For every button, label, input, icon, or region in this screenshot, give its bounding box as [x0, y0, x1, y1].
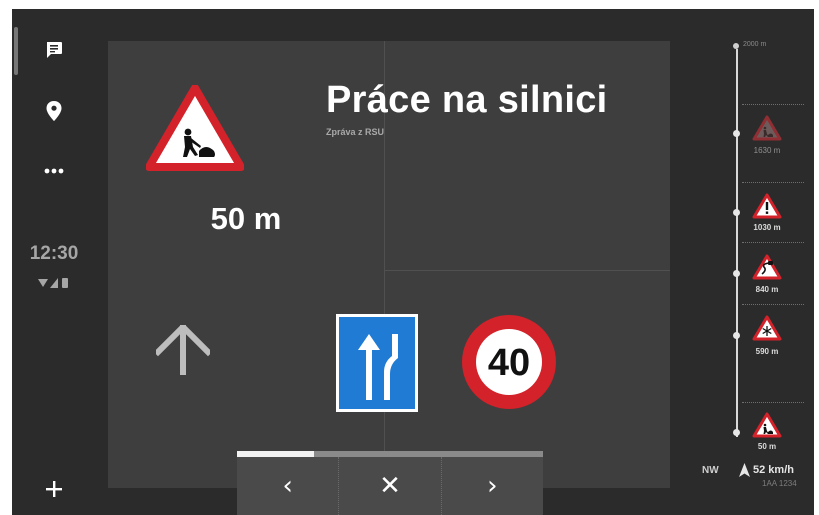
timeline-distance: 50 m: [757, 442, 777, 451]
compass-heading: NW: [702, 465, 719, 476]
timeline-marker: [733, 429, 740, 436]
navigation-arrow-icon: [739, 463, 750, 477]
speed-limit-sign: 40: [462, 315, 556, 409]
side-rail: 12:30: [12, 9, 96, 515]
timeline-distance: 1030 m: [753, 223, 781, 232]
speed-limit-value: 40: [488, 342, 530, 384]
timeline-distance: 1630 m: [753, 146, 781, 155]
timeline-separator: [742, 242, 804, 243]
vehicle-plate: 1AA 1234: [762, 479, 797, 488]
general-warning-sign: [752, 193, 782, 219]
alert-distance: 50 m: [210, 201, 282, 236]
close-button[interactable]: ✕: [338, 457, 440, 515]
slippery-road-sign: [752, 254, 782, 280]
timeline-distance: 590 m: [755, 347, 779, 356]
active-indicator: [14, 27, 18, 75]
timeline-top-marker: [733, 43, 739, 49]
previous-button[interactable]: ‹: [237, 457, 338, 515]
plus-icon: [46, 481, 62, 497]
road-works-sign: [752, 412, 782, 438]
timeline-separator: [742, 304, 804, 305]
add-button[interactable]: [34, 471, 74, 507]
heading-indicator: NW 52 km/h: [702, 463, 814, 479]
ice-snow-sign: [752, 315, 782, 341]
timeline-separator: [742, 182, 804, 183]
messages-icon: [47, 42, 62, 58]
timeline-marker: [733, 270, 740, 277]
timeline-marker: [733, 209, 740, 216]
signal-status-icons: [38, 278, 68, 288]
car-display: 12:30 50 m Práce na silnici Zpráva z RSU…: [12, 9, 814, 515]
hazard-timeline: 2000 m 1630 m 1030 m 840 m 590 m 50 m NW…: [702, 9, 814, 515]
road-works-sign: [146, 85, 244, 171]
more-button[interactable]: [34, 153, 74, 189]
timeline-separator: [742, 104, 804, 105]
timeline-line: [736, 49, 738, 437]
current-speed: 52 km/h: [753, 464, 794, 476]
location-pin-icon: [46, 101, 62, 121]
alert-title: Práce na silnici: [326, 79, 608, 121]
arrow-up-icon: [156, 325, 210, 375]
timeline-top-label: 2000 m: [743, 41, 767, 48]
card-divider-horizontal: [385, 270, 670, 271]
alert-controls: ‹ ✕ ›: [237, 457, 543, 515]
road-works-sign-faded: [752, 115, 782, 141]
timeline-marker: [733, 130, 740, 137]
timeline-separator: [742, 402, 804, 403]
messages-button[interactable]: [34, 32, 74, 68]
lane-merge-sign: [336, 314, 418, 412]
alert-card: 50 m Práce na silnici Zpráva z RSU 40: [108, 41, 670, 488]
more-icon: [44, 168, 64, 174]
timeline-marker: [733, 332, 740, 339]
clock: 12:30: [29, 243, 79, 264]
next-button[interactable]: ›: [440, 457, 543, 515]
timeline-distance: 840 m: [755, 285, 779, 294]
alert-subtitle: Zpráva z RSU: [326, 127, 385, 137]
location-button[interactable]: [34, 93, 74, 129]
